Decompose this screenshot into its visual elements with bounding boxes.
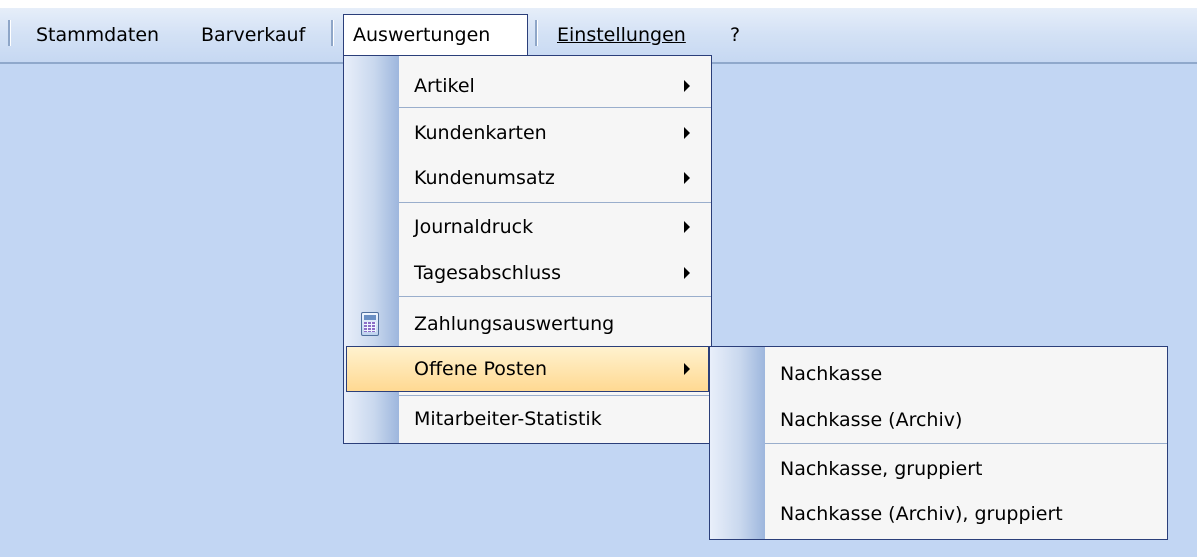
submenu-arrow-icon <box>684 363 690 375</box>
submenu-arrow-icon <box>684 221 690 233</box>
menu-item-label: Nachkasse, gruppiert <box>780 458 983 480</box>
calculator-icon <box>361 312 379 336</box>
submenu-item-nachkasse[interactable]: Nachkasse <box>710 350 1167 398</box>
submenu-item-nachkasse-archiv-gruppiert[interactable]: Nachkasse (Archiv), gruppiert <box>710 490 1167 538</box>
menu-item-journaldruck[interactable]: Journaldruck <box>344 203 711 251</box>
submenu-arrow-icon <box>684 80 690 92</box>
menu-item-label: Offene Posten <box>414 358 547 380</box>
offene-posten-submenu: Nachkasse Nachkasse (Archiv) Nachkasse, … <box>709 346 1168 540</box>
menu-item-zahlungsauswertung[interactable]: Zahlungsauswertung <box>344 300 711 348</box>
menu-item-label: Journaldruck <box>414 216 534 238</box>
menu-item-kundenkarten[interactable]: Kundenkarten <box>344 109 711 157</box>
menu-item-label: Mitarbeiter-Statistik <box>414 408 602 430</box>
menu-separator <box>399 296 711 297</box>
menu-item-mitarbeiter-statistik[interactable]: Mitarbeiter-Statistik <box>344 395 711 443</box>
menu-einstellungen[interactable]: Einstellungen <box>557 8 686 62</box>
submenu-arrow-icon <box>684 267 690 279</box>
auswertungen-dropdown: Artikel Kundenkarten Kundenumsatz Journa… <box>343 55 712 444</box>
menubar-separator <box>535 20 538 46</box>
menu-item-artikel[interactable]: Artikel <box>344 62 711 110</box>
menu-barverkauf[interactable]: Barverkauf <box>201 8 305 62</box>
menu-separator <box>399 107 711 108</box>
menu-item-tagesabschluss[interactable]: Tagesabschluss <box>344 249 711 297</box>
menu-item-label: Nachkasse (Archiv), gruppiert <box>780 503 1063 525</box>
menu-separator <box>765 443 1167 444</box>
menubar-separator <box>331 20 334 46</box>
menu-item-label: Artikel <box>414 75 475 97</box>
menu-help[interactable]: ? <box>730 8 740 62</box>
menu-item-offene-posten[interactable]: Offene Posten <box>346 346 709 392</box>
menu-item-label: Nachkasse <box>780 363 883 385</box>
window-top-edge <box>0 0 1197 8</box>
menu-item-label: Tagesabschluss <box>414 262 561 284</box>
submenu-arrow-icon <box>684 127 690 139</box>
menu-item-kundenumsatz[interactable]: Kundenumsatz <box>344 154 711 202</box>
menubar-grip <box>8 20 11 46</box>
menu-item-label: Zahlungsauswertung <box>414 313 615 335</box>
menu-stammdaten[interactable]: Stammdaten <box>36 8 159 62</box>
submenu-arrow-icon <box>684 172 690 184</box>
menu-item-label: Kundenkarten <box>414 122 547 144</box>
menu-item-label: Nachkasse (Archiv) <box>780 409 963 431</box>
menu-item-label: Kundenumsatz <box>414 167 555 189</box>
menu-auswertungen[interactable]: Auswertungen <box>343 14 528 60</box>
submenu-item-nachkasse-gruppiert[interactable]: Nachkasse, gruppiert <box>710 445 1167 493</box>
submenu-item-nachkasse-archiv[interactable]: Nachkasse (Archiv) <box>710 396 1167 444</box>
